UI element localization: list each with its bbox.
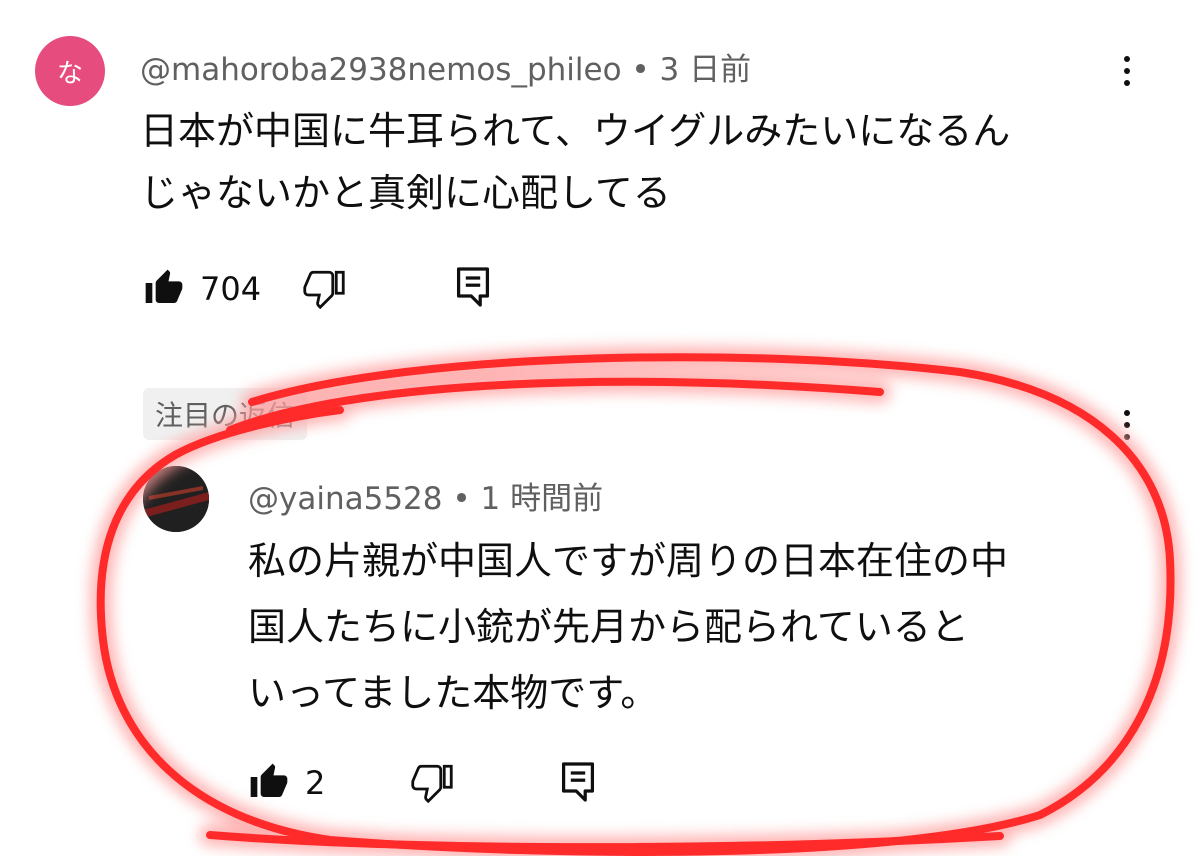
- comment-text: 日本が中国に牛耳られて、ウイグルみたいになるん じゃないかと真剣に心配してる: [140, 100, 1140, 224]
- comment-author[interactable]: @mahoroba2938nemos_phileo: [140, 52, 622, 88]
- more-vert-icon: [1124, 410, 1130, 416]
- thumbs-up-icon: [145, 269, 183, 303]
- comment-like-count: 704: [200, 270, 262, 308]
- reply-meta: @yaina5528 • 1 時間前: [248, 473, 603, 518]
- thumbs-down-icon: [411, 764, 453, 803]
- comment-text-line: じゃないかと真剣に心配してる: [140, 171, 671, 215]
- meta-separator: •: [631, 52, 650, 88]
- reply-like-count: 2: [305, 764, 326, 802]
- comment-time[interactable]: 3 日前: [660, 52, 752, 88]
- reply-time[interactable]: 1 時間前: [481, 481, 604, 517]
- comment-reply-button[interactable]: [455, 265, 491, 309]
- reply-icon: [456, 267, 490, 307]
- comment-text-line: 日本が中国に牛耳られて、ウイグルみたいになるん: [140, 109, 1011, 153]
- reply-author[interactable]: @yaina5528: [248, 481, 443, 517]
- comment-like-button[interactable]: [143, 268, 185, 308]
- comment-meta: @mahoroba2938nemos_phileo • 3 日前: [140, 44, 751, 89]
- highlighted-reply-badge: 注目の返信: [143, 388, 308, 440]
- avatar-letter: な: [56, 58, 83, 89]
- reply-menu-button[interactable]: [1117, 410, 1137, 440]
- reply-like-button[interactable]: [248, 762, 290, 802]
- reply-icon: [561, 762, 595, 802]
- comment-avatar[interactable]: な: [35, 36, 105, 106]
- reply-dislike-button[interactable]: [410, 761, 454, 803]
- reply-text-line: 私の片親が中国人ですが周りの日本在住の中: [248, 539, 1009, 583]
- reply-reply-button[interactable]: [560, 760, 596, 804]
- reply-text: 私の片親が中国人ですが周りの日本在住の中 国人たちに小銃が先月から配られていると…: [248, 528, 1128, 726]
- more-vert-icon: [1124, 56, 1130, 62]
- comment-menu-button[interactable]: [1117, 56, 1137, 86]
- comment-dislike-button[interactable]: [302, 267, 346, 309]
- thumbs-up-icon: [250, 763, 288, 797]
- reply-text-line: 国人たちに小銃が先月から配られていると: [248, 605, 969, 649]
- reply-text-line: いってました本物です。: [248, 671, 659, 715]
- meta-separator: •: [452, 481, 471, 517]
- avatar-image: [143, 466, 209, 532]
- thumbs-down-icon: [303, 270, 345, 309]
- reply-avatar[interactable]: [143, 466, 209, 532]
